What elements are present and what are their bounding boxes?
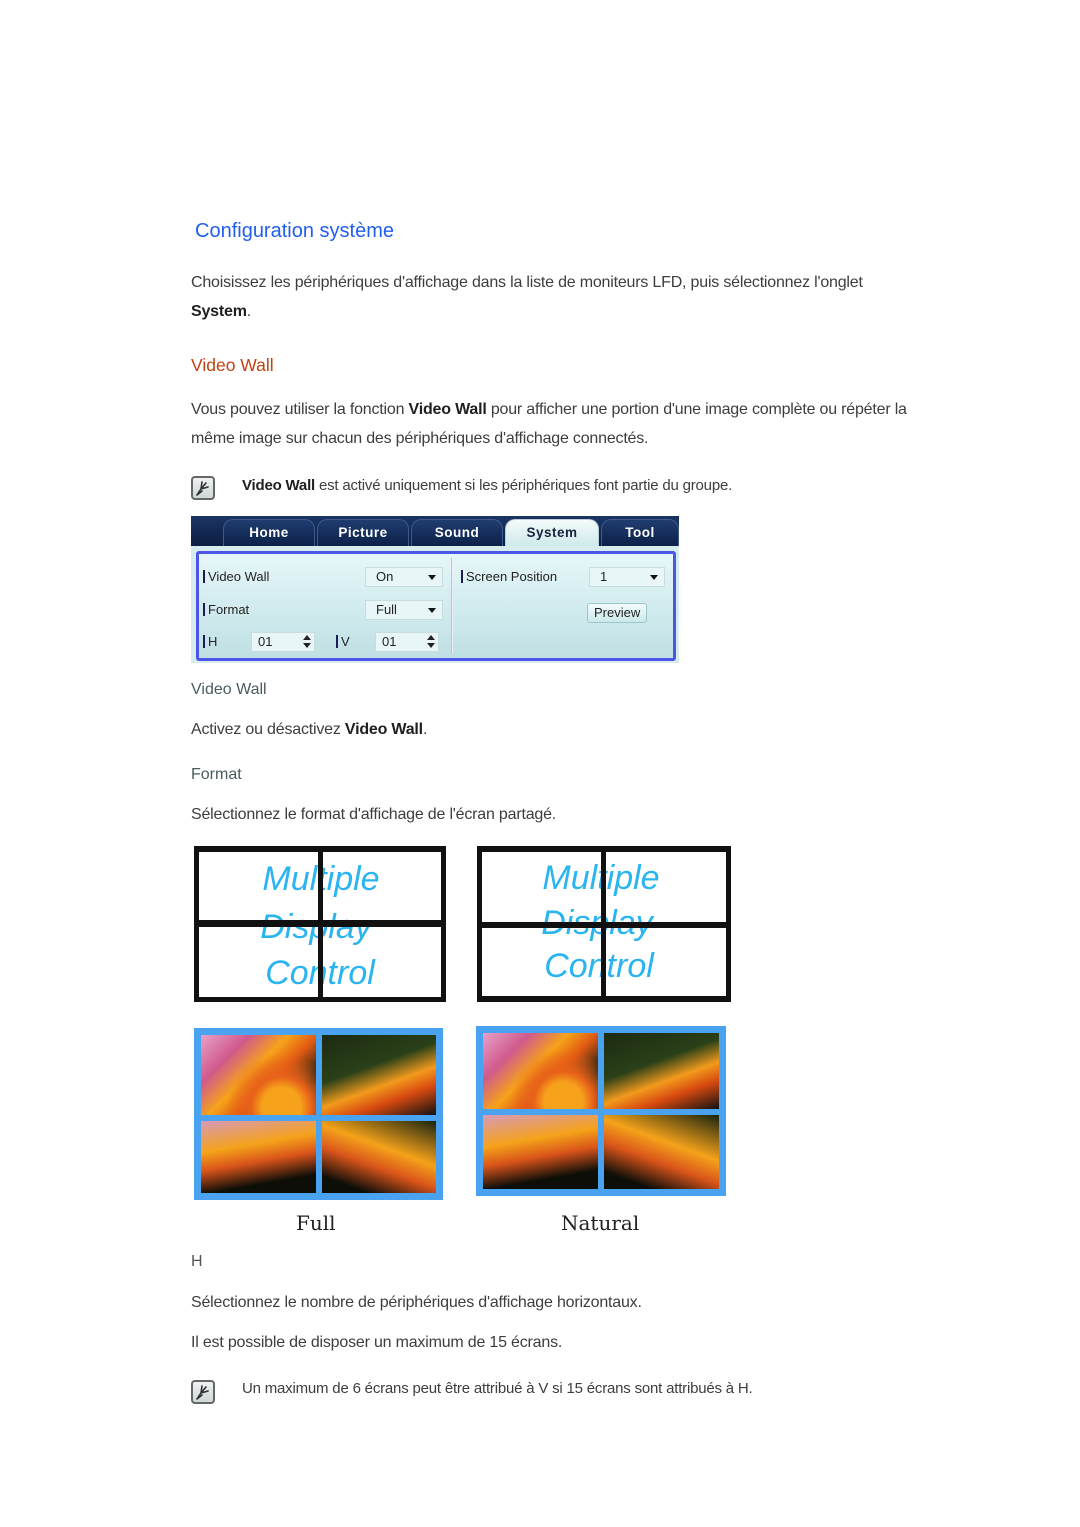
format-dropdown[interactable]: Full [365, 600, 443, 620]
item-h-desc-2: Il est possible de disposer un maximum d… [191, 1334, 563, 1351]
item-h-desc-1: Sélectionnez le nombre de périphériques … [191, 1294, 642, 1311]
format-value: Full [376, 602, 397, 617]
mdc-illustration-natural: Multiple Display Control [477, 846, 731, 1002]
h-value: 01 [258, 634, 273, 649]
column-divider [451, 558, 453, 654]
v-stepper[interactable]: 01 [375, 632, 439, 652]
screen-position-label: Screen Position [461, 569, 557, 584]
intro-bold: System [191, 303, 247, 320]
spinner-arrows-icon[interactable] [302, 635, 312, 649]
note-pencil-icon [191, 1380, 215, 1404]
desc-line2: même image sur chacun des périphériques … [191, 430, 649, 447]
note-pencil-icon [191, 476, 215, 500]
note-1: Video Wall est activé uniquement si les … [242, 471, 732, 500]
item-vw-end: . [422, 721, 428, 738]
intro-text: Choisissez les périphériques d'affichage… [191, 274, 863, 291]
note1-bold: Video Wall [242, 477, 316, 494]
spinner-arrows-icon[interactable] [426, 635, 436, 649]
screen-position-dropdown[interactable]: 1 [589, 567, 665, 587]
desc-pre: Vous pouvez utiliser la fonction [191, 401, 405, 418]
desc-post: pour afficher une portion d'une image co… [490, 401, 907, 418]
item-video-wall-title: Video Wall [191, 681, 267, 698]
flower-illustration-full [194, 1028, 443, 1200]
desc-bold: Video Wall [408, 401, 487, 418]
video-wall-label: Video Wall [203, 569, 269, 584]
h-stepper[interactable]: 01 [251, 632, 315, 652]
format-label: Format [203, 602, 249, 617]
chevron-down-icon [650, 575, 658, 580]
tab-sound[interactable]: Sound [411, 519, 503, 546]
page-title: Configuration système [195, 220, 394, 242]
item-video-wall-desc: Activez ou désactivez Video Wall. [191, 715, 427, 744]
h-label: H [203, 634, 217, 649]
preview-button[interactable]: Preview [587, 603, 648, 623]
caption-full: Full [296, 1211, 336, 1235]
video-wall-dropdown[interactable]: On [365, 567, 443, 587]
v-value: 01 [382, 634, 397, 649]
section-description: Vous pouvez utiliser la fonction Video W… [191, 395, 1031, 453]
screen-position-value: 1 [600, 569, 608, 584]
caption-natural: Natural [561, 1211, 640, 1235]
tab-home[interactable]: Home [223, 519, 315, 546]
mdc-logo-text: Multiple Display Control [477, 846, 731, 1002]
tab-system[interactable]: System [505, 519, 599, 546]
note1-text: est activé uniquement si les périphériqu… [318, 477, 733, 494]
item-vw-bold: Video Wall [344, 721, 423, 738]
item-h-title: H [191, 1253, 203, 1270]
chevron-down-icon [428, 575, 436, 580]
video-wall-value: On [376, 569, 394, 584]
mdc-logo-text: Multiple Display Control [194, 846, 446, 1002]
settings-group: Video Wall On Format Full H 01 V 01 Scre [196, 551, 676, 661]
note-2: Un maximum de 6 écrans peut être attribu… [242, 1380, 753, 1397]
item-vw-pre: Activez ou désactivez [191, 721, 341, 738]
v-label: V [336, 634, 350, 649]
flower-illustration-natural [476, 1026, 726, 1196]
intro-paragraph: Choisissez les périphériques d'affichage… [191, 268, 991, 326]
section-title: Video Wall [191, 355, 274, 375]
panel-content: Video Wall On Format Full H 01 V 01 Scre [191, 546, 679, 663]
intro-end: . [246, 303, 251, 320]
tab-tool[interactable]: Tool [601, 519, 679, 546]
mdc-word-3: Control [544, 947, 655, 985]
tab-picture[interactable]: Picture [317, 519, 409, 546]
item-format-desc: Sélectionnez le format d'affichage de l'… [191, 806, 557, 823]
chevron-down-icon [428, 608, 436, 613]
tab-bar: Home Picture Sound System Tool [191, 516, 679, 546]
mdc-system-panel: Home Picture Sound System Tool Video Wal… [191, 516, 679, 663]
item-format-title: Format [191, 766, 242, 783]
mdc-illustration-full: Multiple Display Control [194, 846, 446, 1002]
